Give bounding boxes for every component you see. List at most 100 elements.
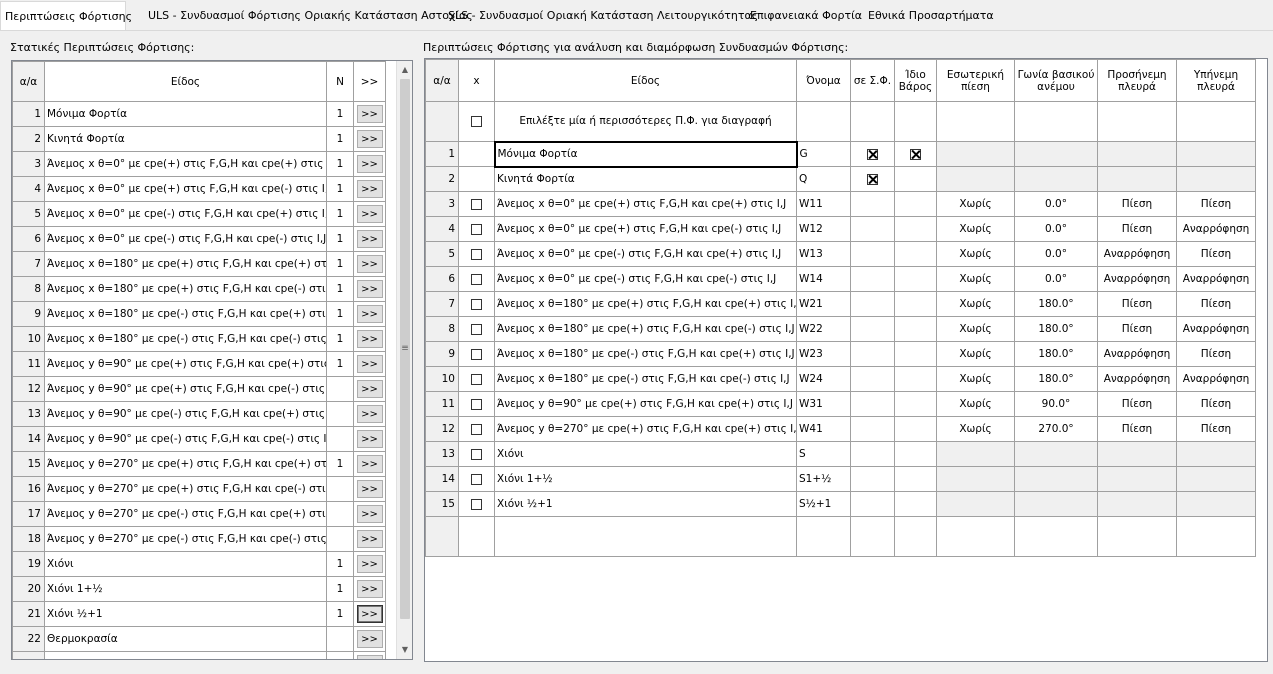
wind-angle-cell[interactable] [1014, 441, 1098, 467]
expand-button[interactable]: >> [356, 655, 383, 659]
load-type-cell[interactable]: Άνεμος y θ=270° με cpe(+) στις F,G,H και… [44, 451, 327, 477]
internal-pressure-cell[interactable]: Χωρίς [936, 241, 1015, 267]
table-row[interactable]: 3 Άνεμος x θ=0° με cpe(+) στις F,G,H και … [425, 191, 1256, 217]
table-row[interactable]: 12 Άνεμος y θ=90° με cpe(+) στις F,G,H κα… [12, 376, 397, 402]
count-cell[interactable] [326, 651, 354, 659]
windward-side-cell[interactable]: Αναρρόφηση [1097, 366, 1177, 392]
table-row[interactable]: 1 Μόνιμα Φορτία G [425, 140, 1256, 168]
table-row[interactable]: >> [12, 651, 397, 659]
internal-pressure-cell[interactable] [936, 166, 1015, 192]
internal-pressure-cell[interactable]: Χωρίς [936, 291, 1015, 317]
leeward-side-cell[interactable] [1176, 441, 1256, 467]
table-row[interactable]: 6 Άνεμος x θ=0° με cpe(-) στις F,G,H και … [425, 266, 1256, 292]
count-cell[interactable] [326, 626, 354, 652]
expand-button[interactable]: >> [356, 455, 383, 473]
row-checkbox[interactable] [471, 423, 482, 435]
load-type-cell[interactable]: Άνεμος y θ=90° με cpe(+) στις F,G,H και … [44, 351, 327, 377]
internal-pressure-cell[interactable]: Χωρίς [936, 316, 1015, 342]
table-row[interactable]: 9 Άνεμος x θ=180° με cpe(-) στις F,G,H κα… [12, 301, 397, 327]
leeward-side-cell[interactable]: Αναρρόφηση [1176, 316, 1256, 342]
windward-side-cell[interactable] [1097, 491, 1177, 517]
table-row[interactable]: 3 Άνεμος x θ=0° με cpe(+) στις F,G,H και … [12, 151, 397, 177]
load-type-cell[interactable]: Χιόνι [494, 441, 797, 467]
load-type-cell[interactable]: Χιόνι 1+½ [494, 466, 797, 492]
table-row[interactable]: 7 Άνεμος x θ=180° με cpe(+) στις F,G,H κα… [425, 291, 1256, 317]
expand-button[interactable]: >> [356, 355, 383, 373]
load-type-cell[interactable]: Άνεμος y θ=270° με cpe(+) στις F,G,H και… [44, 476, 327, 502]
load-type-cell[interactable]: Μόνιμα Φορτία [44, 101, 327, 127]
windward-side-cell[interactable] [1097, 441, 1177, 467]
table-row[interactable]: 14 Χιόνι 1+½ S1+½ [425, 466, 1256, 492]
count-cell[interactable] [326, 401, 354, 427]
windward-side-cell[interactable]: Πίεση [1097, 316, 1177, 342]
row-checkbox[interactable] [471, 198, 482, 210]
table-row[interactable]: 5 Άνεμος x θ=0° με cpe(-) στις F,G,H και … [425, 241, 1256, 267]
table-row[interactable]: 16 Άνεμος y θ=270° με cpe(+) στις F,G,H κ… [12, 476, 397, 502]
expand-button[interactable]: >> [356, 305, 383, 323]
expand-button[interactable]: >> [356, 155, 383, 173]
wind-angle-cell[interactable]: 180.0° [1014, 291, 1098, 317]
expand-button[interactable]: >> [356, 130, 383, 148]
load-type-cell[interactable]: Άνεμος x θ=0° με cpe(-) στις F,G,H και c… [494, 241, 797, 267]
load-type-cell[interactable]: Άνεμος y θ=270° με cpe(+) στις F,G,H και… [494, 416, 797, 442]
count-cell[interactable]: 1 [326, 451, 354, 477]
internal-pressure-cell[interactable]: Χωρίς [936, 266, 1015, 292]
load-name-cell[interactable]: W22 [796, 316, 851, 342]
internal-pressure-cell[interactable] [936, 466, 1015, 492]
windward-side-cell[interactable]: Αναρρόφηση [1097, 266, 1177, 292]
table-row[interactable]: 15 Άνεμος y θ=270° με cpe(+) στις F,G,H κ… [12, 451, 397, 477]
left-vertical-scrollbar[interactable]: ▲ ≡ ▼ [396, 61, 412, 659]
table-row[interactable]: 10 Άνεμος x θ=180° με cpe(-) στις F,G,H κ… [12, 326, 397, 352]
expand-button[interactable]: >> [356, 105, 383, 123]
row-checkbox[interactable] [471, 273, 482, 285]
expand-button[interactable]: >> [356, 180, 383, 198]
load-type-cell[interactable]: Άνεμος y θ=90° με cpe(+) στις F,G,H και … [494, 391, 797, 417]
internal-pressure-cell[interactable] [936, 141, 1015, 167]
wind-angle-cell[interactable]: 180.0° [1014, 366, 1098, 392]
table-row[interactable]: 12 Άνεμος y θ=270° με cpe(+) στις F,G,H κ… [425, 416, 1256, 442]
count-cell[interactable] [326, 501, 354, 527]
load-type-cell[interactable]: Κινητά Φορτία [494, 166, 797, 192]
row-checkbox[interactable] [471, 373, 482, 385]
load-type-cell[interactable]: Άνεμος y θ=270° με cpe(-) στις F,G,H και… [44, 526, 327, 552]
load-name-cell[interactable]: W41 [796, 416, 851, 442]
row-checkbox[interactable] [471, 473, 482, 485]
load-type-cell[interactable]: Άνεμος x θ=180° με cpe(+) στις F,G,H και… [494, 316, 797, 342]
expand-button[interactable]: >> [356, 255, 383, 273]
expand-button[interactable]: >> [356, 280, 383, 298]
tab-surface-loads[interactable]: Επιφανειακά Φορτία [746, 3, 866, 28]
table-row[interactable]: 8 Άνεμος x θ=180° με cpe(+) στις F,G,H κα… [12, 276, 397, 302]
windward-side-cell[interactable]: Αναρρόφηση [1097, 241, 1177, 267]
count-cell[interactable] [326, 476, 354, 502]
windward-side-cell[interactable]: Πίεση [1097, 291, 1177, 317]
table-row[interactable]: 4 Άνεμος x θ=0° με cpe(+) στις F,G,H και … [425, 216, 1256, 242]
load-name-cell[interactable]: W13 [796, 241, 851, 267]
load-type-cell[interactable]: Άνεμος y θ=90° με cpe(+) στις F,G,H και … [44, 376, 327, 402]
load-type-cell[interactable]: Άνεμος y θ=270° με cpe(-) στις F,G,H και… [44, 501, 327, 527]
row-checkbox[interactable] [471, 348, 482, 360]
windward-side-cell[interactable]: Πίεση [1097, 216, 1177, 242]
load-name-cell[interactable]: W21 [796, 291, 851, 317]
load-type-cell[interactable]: Άνεμος x θ=0° με cpe(+) στις F,G,H και c… [494, 191, 797, 217]
expand-button[interactable]: >> [356, 605, 383, 623]
wind-angle-cell[interactable]: 0.0° [1014, 191, 1098, 217]
table-row[interactable]: 20 Χιόνι 1+½ 1 >> [12, 576, 397, 602]
wind-angle-cell[interactable]: 180.0° [1014, 316, 1098, 342]
leeward-side-cell[interactable] [1176, 491, 1256, 517]
table-row[interactable]: 9 Άνεμος x θ=180° με cpe(-) στις F,G,H κα… [425, 341, 1256, 367]
load-name-cell[interactable]: S½+1 [796, 491, 851, 517]
table-row[interactable]: 18 Άνεμος y θ=270° με cpe(-) στις F,G,H κ… [12, 526, 397, 552]
leeward-side-cell[interactable]: Αναρρόφηση [1176, 366, 1256, 392]
expand-button[interactable]: >> [356, 505, 383, 523]
in-combination-checkbox[interactable] [867, 173, 878, 185]
count-cell[interactable]: 1 [326, 226, 354, 252]
load-type-cell[interactable]: Άνεμος y θ=90° με cpe(-) στις F,G,H και … [44, 426, 327, 452]
scroll-down-icon[interactable]: ▼ [397, 643, 412, 657]
internal-pressure-cell[interactable]: Χωρίς [936, 341, 1015, 367]
windward-side-cell[interactable] [1097, 141, 1177, 167]
load-name-cell[interactable]: S1+½ [796, 466, 851, 492]
load-type-cell[interactable]: Άνεμος x θ=180° με cpe(+) στις F,G,H και… [494, 291, 797, 317]
expand-button[interactable]: >> [356, 480, 383, 498]
wind-angle-cell[interactable] [1014, 166, 1098, 192]
load-name-cell[interactable]: S [796, 441, 851, 467]
